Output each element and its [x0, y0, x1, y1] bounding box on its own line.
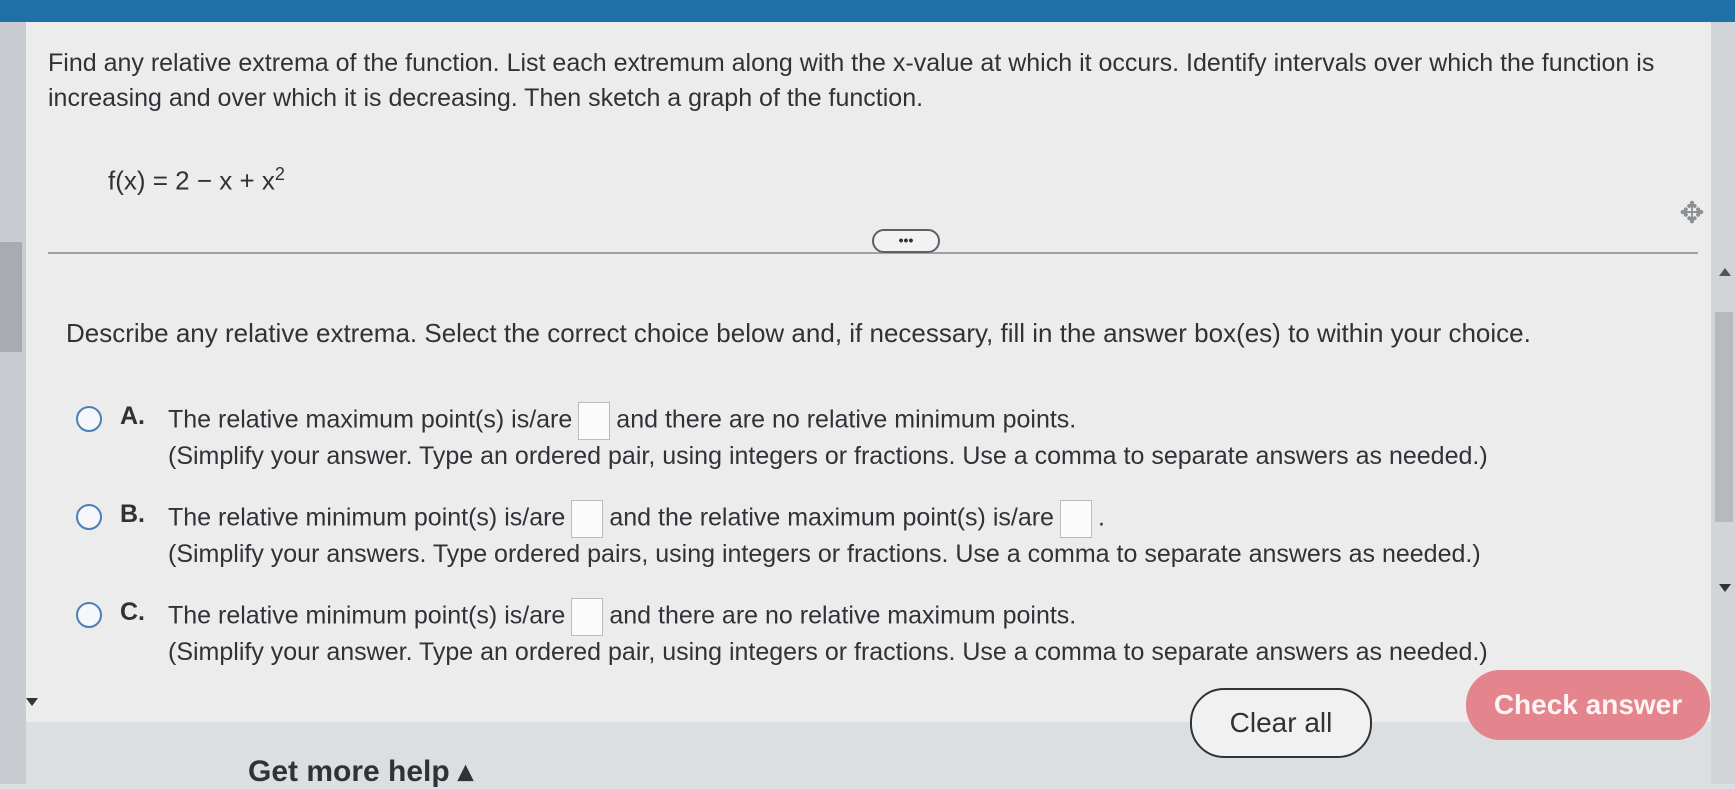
choice-letter: B.	[120, 500, 145, 528]
function-expression: f(x) = 2 − x + x2	[108, 164, 285, 197]
scroll-up-icon[interactable]	[1719, 268, 1731, 276]
choice-b-text-2: and the relative maximum point(s) is/are	[609, 503, 1054, 532]
section-divider	[48, 252, 1698, 254]
choice-b-text-3: .	[1097, 503, 1105, 532]
check-answer-button[interactable]: Check answer	[1466, 670, 1710, 740]
answer-box-a[interactable]	[578, 402, 611, 440]
choice-b-hint: (Simplify your answers. Type ordered pai…	[168, 540, 1481, 568]
choice-b-line1: The relative minimum point(s) is/are and …	[168, 500, 1105, 538]
choice-c-text-2: and there are no relative maximum points…	[609, 601, 1077, 630]
move-handle-icon[interactable]: ✥	[1674, 196, 1710, 232]
left-panel-tab[interactable]	[0, 242, 22, 352]
choice-a-text-1: The relative maximum point(s) is/are	[168, 405, 573, 434]
choice-c-text-1: The relative minimum point(s) is/are	[168, 601, 566, 630]
radio-c[interactable]	[76, 602, 102, 628]
radio-b[interactable]	[76, 504, 102, 530]
choice-letter: C.	[120, 598, 145, 626]
function-exponent: 2	[274, 164, 285, 184]
choice-letter: A.	[120, 402, 145, 430]
choice-a-hint: (Simplify your answer. Type an ordered p…	[168, 442, 1488, 470]
scrollbar-thumb[interactable]	[1715, 312, 1733, 522]
choice-b-text-1: The relative minimum point(s) is/are	[168, 503, 566, 532]
answer-box-c[interactable]	[571, 598, 604, 636]
instruction-text: Describe any relative extrema. Select th…	[66, 318, 1531, 348]
collapse-arrow-icon[interactable]	[26, 698, 38, 706]
function-base: f(x) = 2 − x + x	[108, 165, 275, 196]
left-panel-edge	[0, 22, 26, 784]
answer-box-b-max[interactable]	[1059, 500, 1092, 538]
clear-all-button[interactable]: Clear all	[1190, 688, 1372, 758]
choice-c-line1: The relative minimum point(s) is/are and …	[168, 598, 1076, 636]
choice-a-line1: The relative maximum point(s) is/are and …	[168, 402, 1076, 440]
choice-c-hint: (Simplify your answer. Type an ordered p…	[168, 638, 1488, 666]
top-bar	[0, 0, 1735, 22]
scrollbar[interactable]	[1711, 22, 1735, 784]
expand-more-button[interactable]: •••	[872, 229, 940, 253]
scroll-down-icon[interactable]	[1719, 584, 1731, 592]
radio-a[interactable]	[76, 406, 102, 432]
question-text: Find any relative extrema of the functio…	[48, 49, 1655, 112]
answer-box-b-min[interactable]	[571, 500, 604, 538]
choice-a-text-2: and there are no relative minimum points…	[616, 405, 1077, 434]
